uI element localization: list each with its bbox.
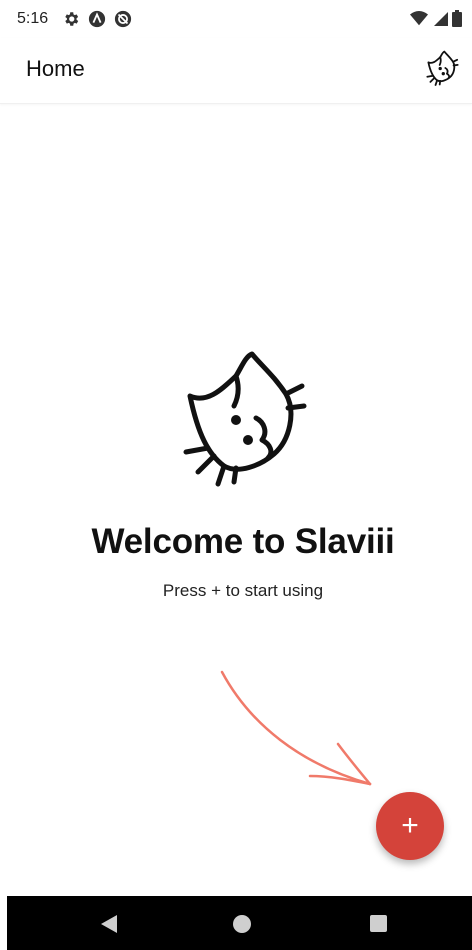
arc-icon: [88, 10, 106, 28]
status-icons-left: [62, 10, 132, 28]
nav-bar: [7, 896, 472, 950]
status-time: 5:16: [17, 10, 49, 27]
home-icon[interactable]: [233, 915, 251, 933]
arrow-icon: [210, 664, 390, 794]
cat-logo-icon: [176, 348, 310, 488]
signal-icon: [432, 11, 448, 32]
settings-icon: [62, 10, 80, 28]
wifi-icon: [410, 10, 428, 32]
welcome-subtitle: Press + to start using: [162, 581, 324, 600]
back-icon[interactable]: [97, 913, 119, 935]
cat-logo-icon[interactable]: [424, 50, 460, 86]
battery-icon: [452, 10, 462, 32]
welcome-title: Welcome to Slaviii: [91, 522, 395, 561]
plus-icon: +: [401, 809, 419, 842]
recents-icon[interactable]: [370, 915, 387, 932]
add-button[interactable]: +: [376, 792, 444, 860]
status-icons-right: [410, 10, 462, 32]
sync-icon: [114, 10, 132, 28]
app-bar: Home: [0, 38, 472, 104]
page-title: Home: [26, 56, 85, 81]
status-bar: 5:16: [0, 0, 472, 38]
